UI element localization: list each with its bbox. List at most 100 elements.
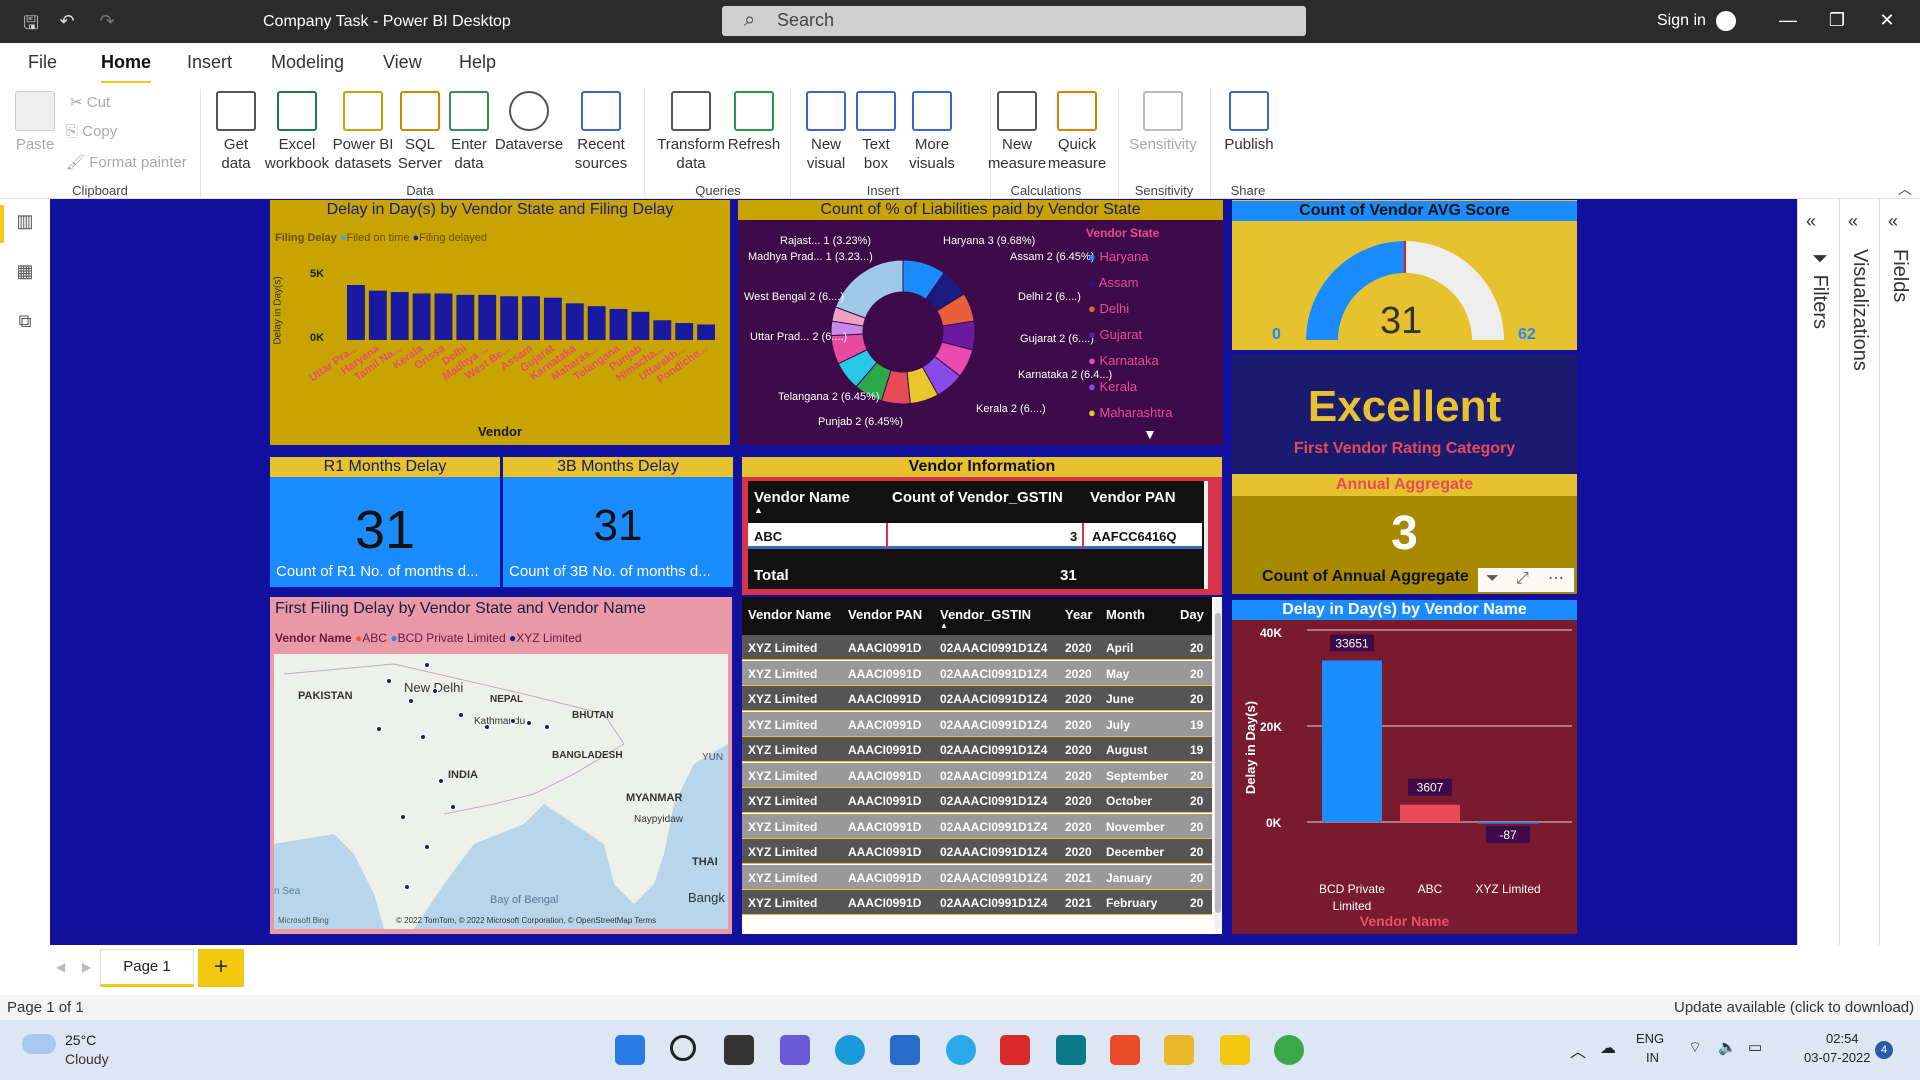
app-icon[interactable]: [1056, 1035, 1086, 1065]
annual-aggregate-card[interactable]: Annual Aggregate 3 Count of Annual Aggre…: [1232, 474, 1577, 594]
map-point[interactable]: [438, 778, 444, 784]
table-row[interactable]: XYZ Limited AAACI0991D 02AAACI0991D1Z4 2020…: [742, 788, 1212, 813]
next-page-icon[interactable]: ▶: [82, 960, 91, 974]
wifi-icon[interactable]: ⌔: [1688, 1038, 1702, 1057]
map-point[interactable]: [400, 814, 406, 820]
map-point[interactable]: [376, 726, 382, 732]
menu-help[interactable]: Help: [459, 52, 496, 73]
filter-icon[interactable]: ⏷: [1486, 570, 1499, 588]
vendor-information-table[interactable]: Vendor Information Vendor Name ▲ Count o…: [742, 457, 1222, 595]
prev-page-icon[interactable]: ◀: [56, 960, 65, 974]
column-header[interactable]: Vendor PAN: [1090, 489, 1176, 506]
table-row[interactable]: XYZ Limited AAACI0991D 02AAACI0991D1Z4 2020…: [742, 762, 1212, 788]
legend-item[interactable]: ● Karnataka: [1088, 348, 1172, 374]
refresh-button[interactable]: Refresh: [726, 91, 782, 154]
avg-score-gauge[interactable]: Count of Vendor AVG Score 31 0 62: [1232, 200, 1577, 350]
map-point[interactable]: [404, 884, 410, 890]
region[interactable]: IN: [1646, 1050, 1659, 1065]
redo-icon[interactable]: ↷: [96, 11, 118, 33]
mcafee-icon[interactable]: [1000, 1035, 1030, 1065]
add-page-icon[interactable]: +: [198, 949, 244, 987]
menu-modeling[interactable]: Modeling: [271, 52, 344, 73]
column-header[interactable]: Vendor PAN: [848, 607, 922, 622]
xampp-icon[interactable]: [1110, 1035, 1140, 1065]
expand-chevron-icon[interactable]: «: [1888, 211, 1898, 232]
restore-icon[interactable]: ❐: [1825, 10, 1849, 32]
expand-chevron-icon[interactable]: «: [1806, 211, 1816, 232]
scrollbar[interactable]: [1204, 481, 1208, 589]
expand-chevron-icon[interactable]: «: [1848, 211, 1858, 232]
delay-state-bar-chart[interactable]: Delay in Day(s) by Vendor State and Fili…: [270, 200, 730, 445]
collapse-ribbon-icon[interactable]: ︿: [1898, 179, 1912, 199]
column-header[interactable]: Month: [1106, 607, 1145, 622]
filing-delay-map[interactable]: First Filing Delay by Vendor State and V…: [270, 597, 732, 934]
undo-icon[interactable]: ↶: [56, 11, 78, 33]
new-measure-button[interactable]: New measure: [986, 91, 1048, 173]
excel-workbook-button[interactable]: Excel workbook: [262, 91, 332, 173]
battery-icon[interactable]: ▭: [1748, 1038, 1762, 1056]
file-explorer-icon[interactable]: [1164, 1035, 1194, 1065]
more-visuals-button[interactable]: More visuals: [902, 91, 962, 173]
task-view-icon[interactable]: [724, 1035, 754, 1065]
column-header[interactable]: Count of Vendor_GSTIN: [892, 489, 1063, 506]
map-area[interactable]: PAKISTAN New Delhi NEPAL Kathmandu BHUTA…: [274, 654, 728, 929]
map-point[interactable]: [420, 734, 426, 740]
table-row[interactable]: ABC 3 AAFCC6416Q: [748, 523, 1202, 549]
table-row[interactable]: XYZ Limited AAACI0991D 02AAACI0991D1Z4 2021…: [742, 864, 1212, 890]
table-row[interactable]: XYZ Limited AAACI0991D 02AAACI0991D1Z4 2020…: [742, 711, 1212, 737]
power-bi-icon[interactable]: [1220, 1035, 1250, 1065]
map-attribution[interactable]: © 2022 TomTom, © 2022 Microsoft Corporat…: [396, 916, 656, 925]
minimize-icon[interactable]: —: [1776, 10, 1800, 32]
new-visual-button[interactable]: New visual: [798, 91, 854, 173]
sensitivity-button[interactable]: Sensitivity: [1124, 91, 1202, 154]
table-row[interactable]: XYZ Limited AAACI0991D 02AAACI0991D1Z4 2020…: [742, 635, 1212, 660]
sign-in-link[interactable]: Sign in: [1657, 12, 1706, 30]
rating-card[interactable]: Excellent First Vendor Rating Category: [1232, 354, 1577, 472]
text-box-button[interactable]: Text box: [852, 91, 900, 173]
transform-data-button[interactable]: Transform data: [654, 91, 728, 173]
report-view-icon[interactable]: ▥: [14, 211, 36, 233]
skype-icon[interactable]: [946, 1035, 976, 1065]
search-icon[interactable]: [670, 1035, 696, 1061]
focus-mode-icon[interactable]: ⤢: [1516, 570, 1529, 588]
vendor-detail-table[interactable]: Vendor Name Vendor PAN Vendor_GSTIN ▲ Ye…: [742, 597, 1222, 934]
language[interactable]: ENG: [1636, 1031, 1664, 1046]
menu-file[interactable]: File: [28, 52, 57, 73]
chevron-up-icon[interactable]: ︿: [1570, 1038, 1586, 1062]
legend-item[interactable]: ● Assam: [1088, 270, 1172, 296]
map-point[interactable]: [544, 724, 550, 730]
notification-badge[interactable]: 4: [1875, 1041, 1893, 1059]
clock-time[interactable]: 02:54: [1826, 1031, 1859, 1046]
table-row[interactable]: XYZ Limited AAACI0991D 02AAACI0991D1Z4 2020…: [742, 813, 1212, 839]
get-data-button[interactable]: Get data: [208, 91, 264, 173]
visualizations-pane[interactable]: « Visualizations: [1839, 199, 1879, 995]
legend-item[interactable]: ● Kerala: [1088, 374, 1172, 400]
liabilities-donut-chart[interactable]: Count of % of Liabilities paid by Vendor…: [738, 200, 1223, 445]
table-row[interactable]: XYZ Limited AAACI0991D 02AAACI0991D1Z4 2021…: [742, 890, 1212, 915]
publish-button[interactable]: Publish: [1218, 91, 1280, 154]
update-notice[interactable]: Update available (click to download): [1674, 999, 1914, 1016]
table-row[interactable]: XYZ Limited AAACI0991D 02AAACI0991D1Z4 2020…: [742, 737, 1212, 762]
close-icon[interactable]: ✕: [1875, 10, 1899, 32]
volume-icon[interactable]: 🔈: [1718, 1038, 1737, 1056]
map-point[interactable]: [386, 678, 392, 684]
legend-item[interactable]: ● Maharashtra: [1088, 400, 1172, 426]
map-point[interactable]: [408, 698, 414, 704]
table-row[interactable]: XYZ Limited AAACI0991D 02AAACI0991D1Z4 2020…: [742, 660, 1212, 686]
menu-view[interactable]: View: [383, 52, 422, 73]
cut-button[interactable]: ✂ Cut: [70, 93, 110, 111]
table-row[interactable]: XYZ Limited AAACI0991D 02AAACI0991D1Z4 2020…: [742, 839, 1212, 864]
legend-item[interactable]: ● Haryana: [1088, 244, 1172, 270]
filters-pane[interactable]: « ⏷ Filters: [1797, 199, 1839, 995]
data-view-icon[interactable]: ▦: [14, 261, 36, 283]
onedrive-icon[interactable]: ☁: [1600, 1038, 1616, 1058]
paste-button[interactable]: Paste: [10, 91, 60, 154]
clock-date[interactable]: 03-07-2022: [1804, 1050, 1871, 1065]
page-tab[interactable]: Page 1: [100, 949, 194, 987]
quick-measure-button[interactable]: Quick measure: [1046, 91, 1108, 173]
column-header[interactable]: Year: [1065, 607, 1092, 622]
dataverse-button[interactable]: Dataverse: [494, 91, 564, 154]
scrollbar[interactable]: [1214, 599, 1222, 929]
menu-insert[interactable]: Insert: [187, 52, 232, 73]
legend-item[interactable]: ● Delhi: [1088, 296, 1172, 322]
